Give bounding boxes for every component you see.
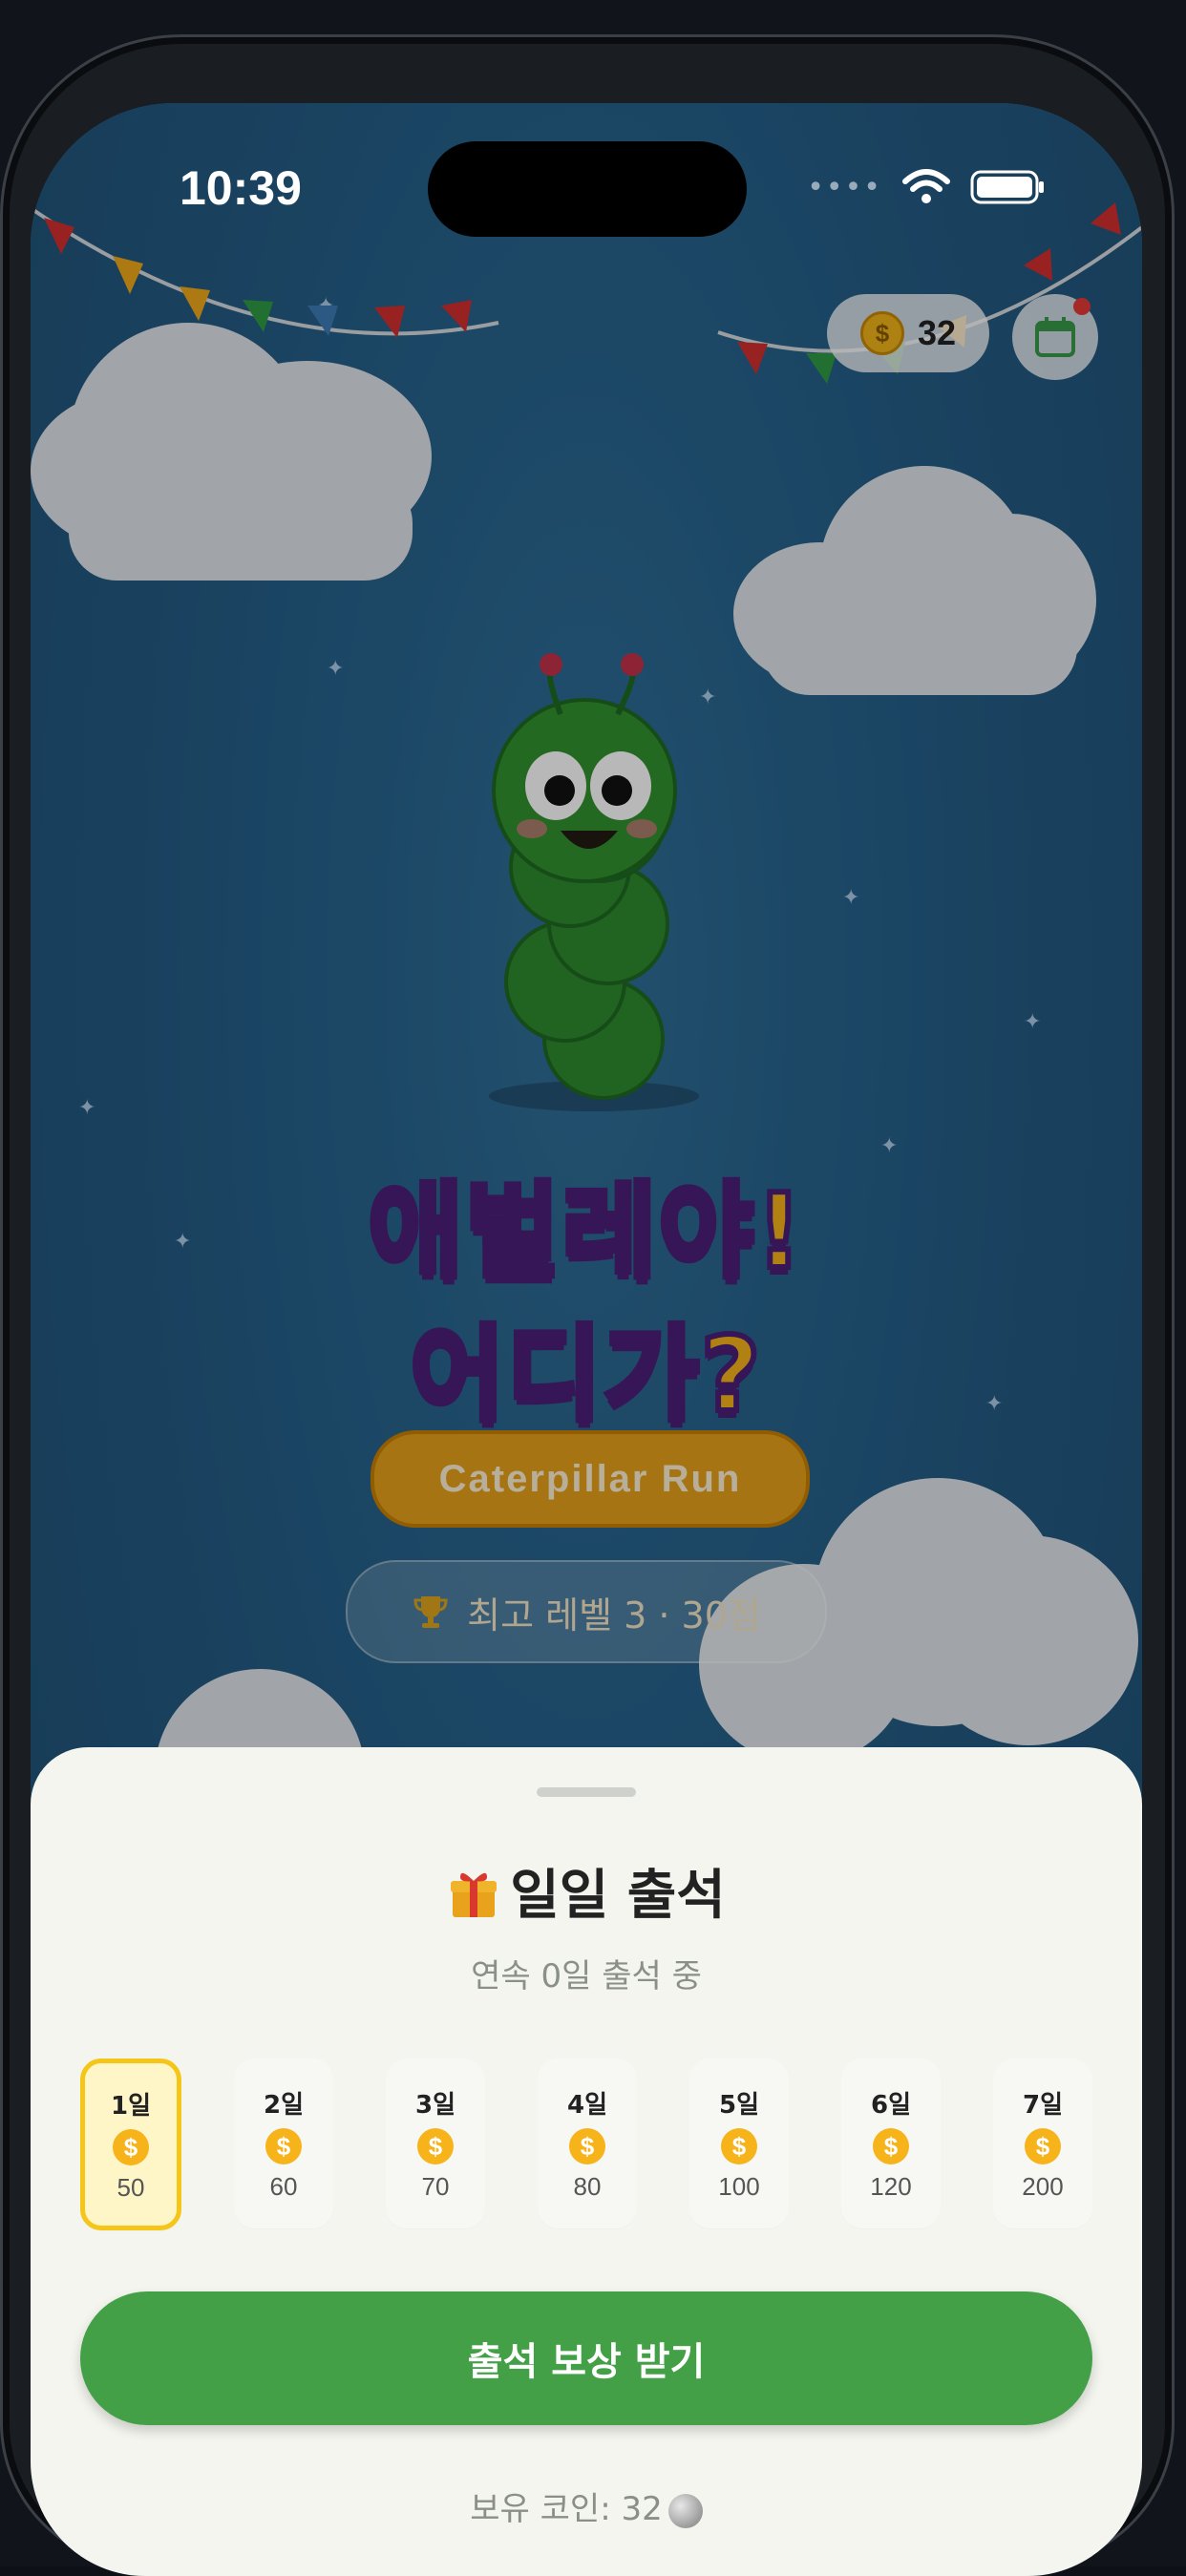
day-amount: 120	[870, 2172, 912, 2201]
day-label: 5일	[718, 2091, 759, 2120]
app-screen: ✦ ✦ ✦ ✦ ✦ ✦ ✦ ✦ ✦	[31, 103, 1142, 2576]
phone-frame: ✦ ✦ ✦ ✦ ✦ ✦ ✦ ✦ ✦	[0, 34, 1175, 2576]
day-amount: 70	[421, 2172, 450, 2201]
dollar-coin-icon: $	[1025, 2128, 1061, 2164]
owned-coins-text: 보유 코인: 32	[470, 2490, 663, 2528]
day-label: 1일	[110, 2092, 151, 2121]
day-card-6[interactable]: 6일 $ 120	[841, 2059, 941, 2228]
day-card-3[interactable]: 3일 $ 70	[386, 2059, 485, 2228]
day-amount: 50	[116, 2173, 145, 2202]
claim-reward-button[interactable]: 출석 보상 받기	[80, 2291, 1092, 2425]
day-label: 7일	[1022, 2091, 1063, 2120]
streak-text: 연속 0일 출석 중	[471, 1957, 702, 1995]
sheet-title-text: 일일 출석	[510, 1865, 726, 1927]
dollar-coin-icon: $	[417, 2128, 454, 2164]
day-card-7[interactable]: 7일 $ 200	[993, 2059, 1092, 2228]
day-label: 3일	[414, 2091, 455, 2120]
day-label: 6일	[870, 2091, 911, 2120]
cellular-signal-icon: ••••	[807, 170, 882, 204]
day-label: 4일	[566, 2091, 607, 2120]
daily-attendance-sheet: 일일 출석 연속 0일 출석 중 1일 $ 50 2일 $ 60 3일 $ 70…	[31, 1747, 1142, 2576]
moon-icon	[667, 2493, 703, 2528]
day-card-5[interactable]: 5일 $ 100	[689, 2059, 789, 2228]
status-icons: ••••	[807, 168, 1047, 206]
day-amount: 100	[718, 2172, 760, 2201]
device: ✦ ✦ ✦ ✦ ✦ ✦ ✦ ✦ ✦	[0, 0, 1186, 2576]
dollar-coin-icon: $	[873, 2128, 909, 2164]
owned-coins: 보유 코인: 32	[31, 2482, 1142, 2529]
day-card-2[interactable]: 2일 $ 60	[234, 2059, 333, 2228]
dollar-coin-icon: $	[569, 2128, 605, 2164]
dollar-coin-icon: $	[721, 2128, 757, 2164]
sheet-title: 일일 출석	[31, 1852, 1142, 1930]
day-amount: 60	[269, 2172, 298, 2201]
wifi-icon	[902, 169, 950, 203]
day-amount: 80	[573, 2172, 602, 2201]
sheet-drag-handle[interactable]	[537, 1787, 636, 1797]
day-card-4[interactable]: 4일 $ 80	[538, 2059, 637, 2228]
battery-icon	[970, 170, 1044, 204]
day-label: 2일	[263, 2091, 304, 2120]
day-amount: 200	[1022, 2172, 1064, 2201]
gift-icon	[451, 1872, 498, 1917]
dollar-coin-icon: $	[113, 2129, 149, 2165]
reward-days: 1일 $ 50 2일 $ 60 3일 $ 70 4일 $ 80 5일 $ 100…	[80, 2059, 1092, 2230]
day-card-1[interactable]: 1일 $ 50	[80, 2059, 181, 2230]
status-time: 10:39	[180, 161, 302, 215]
dollar-coin-icon: $	[265, 2128, 302, 2164]
dynamic-island	[428, 141, 747, 237]
